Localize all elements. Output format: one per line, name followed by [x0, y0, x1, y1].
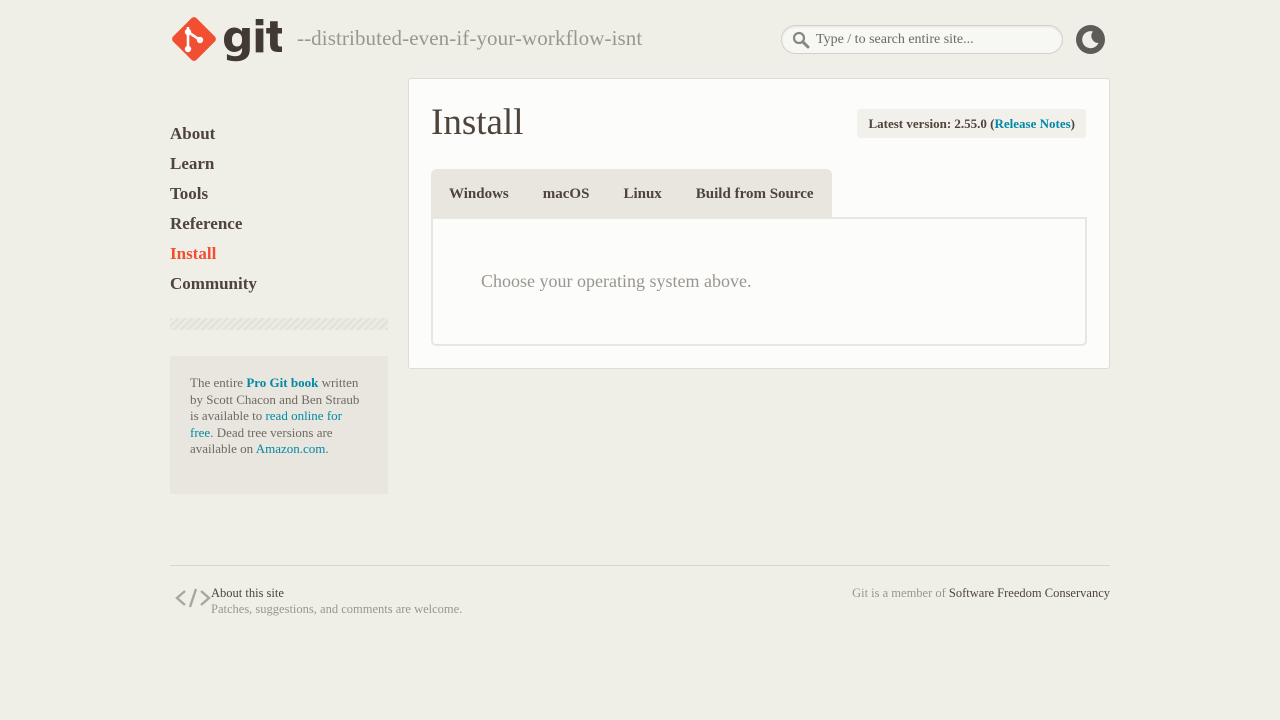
sidebar-divider: [170, 318, 388, 330]
sidebar-link-about[interactable]: About: [170, 124, 215, 143]
sidebar-item-learn: Learn: [170, 152, 257, 182]
release-notes-link[interactable]: Release Notes: [994, 116, 1070, 131]
page-title: Install: [431, 102, 524, 143]
search-input[interactable]: [816, 29, 1054, 50]
latest-version-badge: Latest version: 2.55.0 (Release Notes): [857, 109, 1086, 138]
sidebar-item-tools: Tools: [170, 182, 257, 212]
code-brackets-icon: [175, 588, 211, 608]
version-suffix: ): [1070, 116, 1075, 131]
choose-os-message: Choose your operating system above.: [481, 271, 752, 291]
book-text-1: The entire: [190, 375, 247, 390]
sidebar-link-install[interactable]: Install: [170, 244, 216, 263]
footer-divider: [170, 565, 1110, 566]
amazon-link[interactable]: Amazon.com: [256, 441, 326, 456]
sidebar-item-community: Community: [170, 272, 257, 302]
about-this-site-link[interactable]: About this site: [211, 585, 462, 601]
sidebar-link-reference[interactable]: Reference: [170, 214, 242, 233]
sidebar-link-tools[interactable]: Tools: [170, 184, 208, 203]
main-content: Install Latest version: 2.55.0 (Release …: [408, 78, 1110, 369]
tagline: --distributed-even-if-your-workflow-isnt: [297, 26, 643, 50]
sidebar-item-about: About: [170, 122, 257, 152]
pro-git-book-callout: The entire Pro Git book written by Scott…: [170, 356, 388, 494]
sidebar-nav: About Learn Tools Reference Install Comm…: [170, 122, 257, 302]
member-text: Git is a member of: [852, 586, 949, 600]
pro-git-book-link[interactable]: Pro Git book: [246, 375, 318, 390]
sidebar-item-reference: Reference: [170, 212, 257, 242]
version-text: Latest version: 2.55.0 (: [868, 116, 995, 131]
footer-membership: Git is a member of Software Freedom Cons…: [852, 585, 1110, 601]
os-tabs: Windows macOS Linux Build from Source: [431, 169, 832, 219]
tab-build-from-source[interactable]: Build from Source: [679, 169, 831, 219]
search-icon: [792, 31, 810, 49]
git-logo[interactable]: git: [170, 14, 282, 64]
tab-panel: Choose your operating system above.: [431, 217, 1087, 346]
sidebar-link-learn[interactable]: Learn: [170, 154, 214, 173]
git-logo-text: git: [222, 14, 282, 63]
sidebar-item-install: Install: [170, 242, 257, 272]
footer-about-subtext: Patches, suggestions, and comments are w…: [211, 602, 463, 616]
sfc-link[interactable]: Software Freedom Conservancy: [949, 586, 1110, 600]
tab-windows[interactable]: Windows: [432, 169, 526, 219]
sidebar-link-community[interactable]: Community: [170, 274, 257, 293]
search-box: [781, 25, 1063, 54]
theme-toggle-button[interactable]: [1076, 25, 1105, 54]
tab-linux[interactable]: Linux: [606, 169, 678, 219]
footer-about: About this site Patches, suggestions, an…: [211, 585, 462, 617]
book-text-4: .: [325, 441, 329, 457]
tab-macos[interactable]: macOS: [526, 169, 607, 219]
git-logo-icon: git: [172, 14, 282, 63]
moon-icon: [1082, 31, 1099, 49]
